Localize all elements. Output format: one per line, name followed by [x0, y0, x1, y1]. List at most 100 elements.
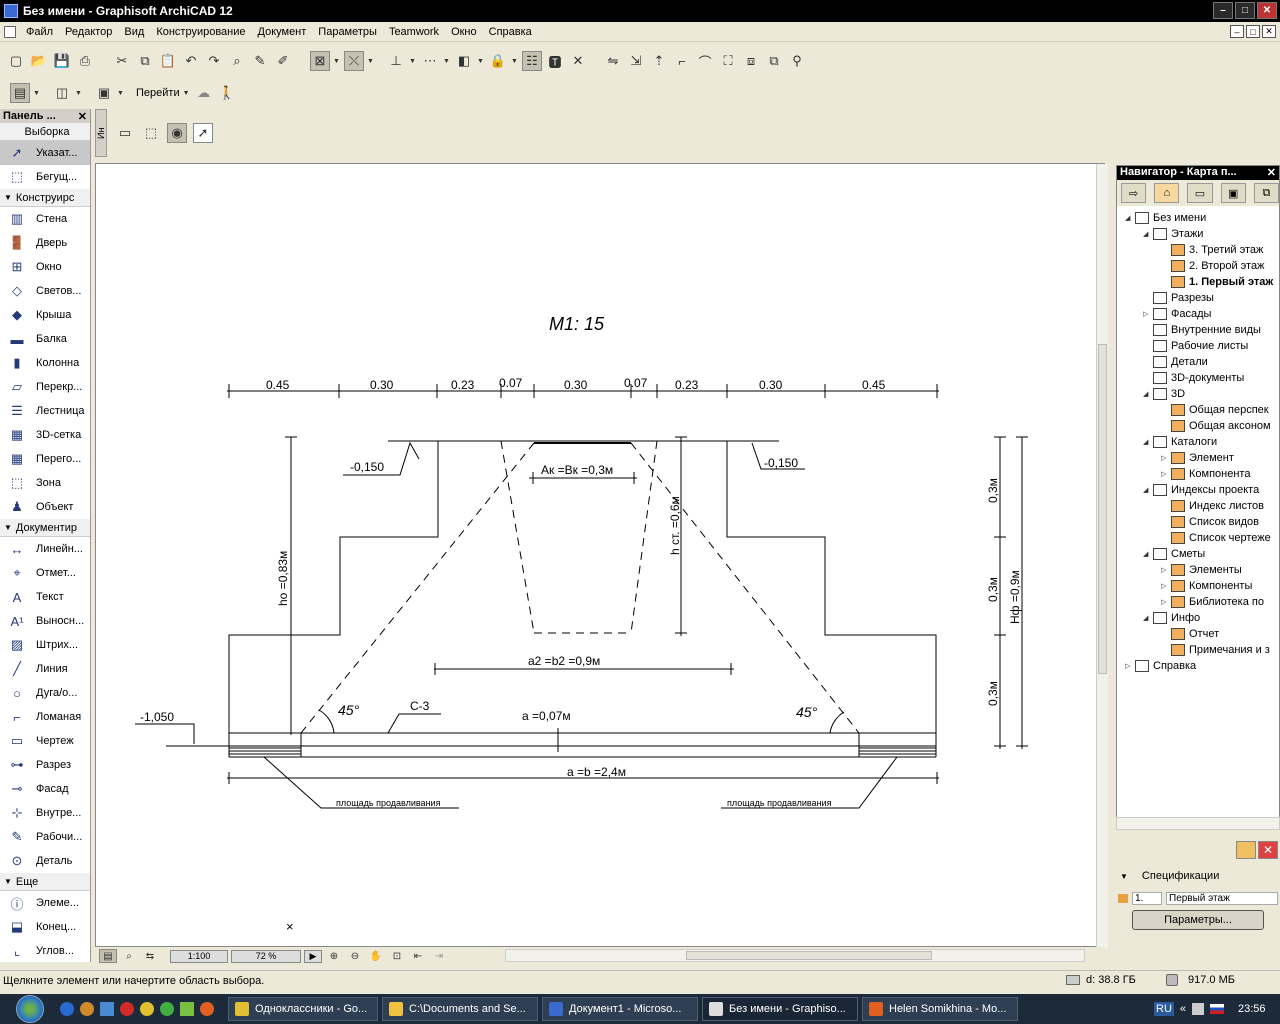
- layout-view-icon[interactable]: ▣: [94, 83, 114, 103]
- taskbar-archicad[interactable]: Без имени - Graphiso...: [702, 997, 858, 1021]
- expand-toggle-icon[interactable]: ▷: [1161, 566, 1171, 574]
- expand-toggle-icon[interactable]: ◢: [1143, 390, 1153, 398]
- doc-restore-button[interactable]: □: [1246, 25, 1260, 38]
- infobox-tab[interactable]: Ин: [95, 109, 107, 157]
- tree-item[interactable]: Индекс листов: [1161, 498, 1264, 514]
- menu-document[interactable]: Документ: [252, 26, 313, 38]
- expand-toggle-icon[interactable]: ▷: [1143, 310, 1153, 318]
- section-construct[interactable]: ▼ Конструирс: [0, 189, 90, 207]
- tree-item[interactable]: Отчет: [1161, 626, 1219, 642]
- magic-wand-icon[interactable]: ⚲: [787, 51, 807, 71]
- delete-icon[interactable]: ✕: [568, 51, 588, 71]
- gravity-icon[interactable]: ⊥: [386, 51, 406, 71]
- tool-mesh[interactable]: ▦ 3D-сетка: [0, 423, 90, 447]
- tool-endpoint[interactable]: ⬓ Конец...: [0, 915, 90, 939]
- tree-item[interactable]: ◢ Сметы: [1143, 546, 1205, 562]
- scroll-thumb[interactable]: [686, 951, 932, 960]
- chrome-icon[interactable]: [140, 1002, 154, 1016]
- tool-level-dimension[interactable]: ⌖ Отмет...: [0, 561, 90, 585]
- chevron-down-icon[interactable]: ▼: [511, 58, 519, 65]
- horizontal-scrollbar[interactable]: [505, 949, 1085, 962]
- tree-item[interactable]: Разрезы: [1143, 290, 1214, 306]
- tool-marquee[interactable]: ⬚ Бегущ...: [0, 165, 90, 189]
- tool-window[interactable]: ⊞ Окно: [0, 255, 90, 279]
- expand-toggle-icon[interactable]: ◢: [1125, 214, 1135, 222]
- taskbar-explorer[interactable]: C:\Documents and Se...: [382, 997, 538, 1021]
- fillet-icon[interactable]: ⌒: [695, 51, 715, 71]
- chevron-down-icon[interactable]: ▼: [367, 58, 375, 65]
- menu-options[interactable]: Параметры: [312, 26, 383, 38]
- new-view-icon[interactable]: [1236, 841, 1256, 859]
- close-icon[interactable]: ✕: [1267, 166, 1279, 180]
- merge-icon[interactable]: ⧈: [741, 51, 761, 71]
- pick-up-icon[interactable]: ✎: [250, 51, 270, 71]
- desktop-icon[interactable]: [100, 1002, 114, 1016]
- spec-section[interactable]: ▼ Спецификации: [1120, 870, 1219, 882]
- redo-icon[interactable]: ↷: [204, 51, 224, 71]
- tool-door[interactable]: 🚪 Дверь: [0, 231, 90, 255]
- expand-toggle-icon[interactable]: ▷: [1161, 582, 1171, 590]
- tool-roof[interactable]: ◆ Крыша: [0, 303, 90, 327]
- special-snap-icon[interactable]: ⤬: [344, 51, 364, 71]
- paste-icon[interactable]: 📋: [158, 51, 178, 71]
- tool-line[interactable]: ╱ Линия: [0, 657, 90, 681]
- tree-item[interactable]: Внутренние виды: [1143, 322, 1261, 338]
- tab-project-map-icon[interactable]: ⇨: [1121, 183, 1147, 203]
- new-file-icon[interactable]: ▢: [6, 51, 26, 71]
- expand-toggle-icon[interactable]: ◢: [1143, 438, 1153, 446]
- tool-zone[interactable]: ⬚ Зона: [0, 471, 90, 495]
- scale-field[interactable]: 1:100: [170, 949, 228, 963]
- lock-icon[interactable]: 🔒: [488, 51, 508, 71]
- tree-item[interactable]: Общая перспек: [1161, 402, 1269, 418]
- zoom-in-icon[interactable]: ⊕: [325, 949, 343, 963]
- next-zoom-icon[interactable]: ⇥: [430, 949, 448, 963]
- tool-corner[interactable]: ⌞ Углов...: [0, 939, 90, 963]
- next-view-icon[interactable]: ▶: [304, 949, 322, 963]
- expand-toggle-icon[interactable]: ▷: [1161, 454, 1171, 462]
- tool-elevation[interactable]: ⊸ Фасад: [0, 777, 90, 801]
- menu-edit[interactable]: Редактор: [59, 26, 118, 38]
- chevron-down-icon[interactable]: ▼: [33, 90, 41, 97]
- tab-publisher-icon[interactable]: ▣: [1220, 183, 1246, 203]
- tool-element[interactable]: ⓘ Элеме...: [0, 891, 90, 915]
- cut-icon[interactable]: ✂: [112, 51, 132, 71]
- tab-view-map-icon[interactable]: ⌂: [1154, 183, 1180, 203]
- tool-arc[interactable]: ○ Дуга/о...: [0, 681, 90, 705]
- tree-item[interactable]: ▷ Справка: [1125, 658, 1196, 674]
- tree-item[interactable]: Список чертеже: [1161, 530, 1271, 546]
- layers-icon[interactable]: ◧: [454, 51, 474, 71]
- marquee-shape-icon[interactable]: ⬚: [141, 123, 161, 143]
- opera-icon[interactable]: [120, 1002, 134, 1016]
- eraser-icon[interactable]: ◉: [167, 123, 187, 143]
- tool-text[interactable]: A Текст: [0, 585, 90, 609]
- taskbar-word[interactable]: Документ1 - Microso...: [542, 997, 698, 1021]
- tool-arrow-pointer[interactable]: ➚ Указат...: [0, 141, 90, 165]
- taskbar-firefox[interactable]: Helen Somikhina - Mo...: [862, 997, 1018, 1021]
- tool-wall[interactable]: ▥ Стена: [0, 207, 90, 231]
- app-launcher-icon[interactable]: [80, 1002, 94, 1016]
- chevron-down-icon[interactable]: ▼: [75, 90, 83, 97]
- mirror-icon[interactable]: ⇲: [626, 51, 646, 71]
- menu-view[interactable]: Вид: [118, 26, 150, 38]
- vertical-scrollbar[interactable]: [1096, 164, 1108, 948]
- tree-item[interactable]: ◢ Индексы проекта: [1143, 482, 1259, 498]
- text-edit-icon[interactable]: 🆃: [545, 51, 565, 71]
- delete-view-icon[interactable]: ✕: [1258, 841, 1278, 859]
- chevron-down-icon[interactable]: ▼: [117, 90, 125, 97]
- tool-drawing[interactable]: ▭ Чертеж: [0, 729, 90, 753]
- snap-guides-icon[interactable]: ⊠: [310, 51, 330, 71]
- copy-icon[interactable]: ⧉: [135, 51, 155, 71]
- tree-item[interactable]: ◢ Без имени: [1125, 210, 1206, 226]
- chevron-down-icon[interactable]: ▼: [333, 58, 341, 65]
- 3d-view-icon[interactable]: ◫: [52, 83, 72, 103]
- tray-arrow-icon[interactable]: «: [1180, 1003, 1186, 1015]
- scroll-thumb[interactable]: [1098, 344, 1107, 674]
- fit-icon[interactable]: ⇆: [141, 949, 159, 963]
- chevron-down-icon[interactable]: ▼: [183, 90, 191, 97]
- tree-item[interactable]: 3D-документы: [1143, 370, 1244, 386]
- fit-window-icon[interactable]: ⊡: [388, 949, 406, 963]
- drawing-canvas[interactable]: М1: 15 0.45 0.30 0.23 0.07 0.30 0.07 0.2…: [95, 163, 1105, 947]
- menu-teamwork[interactable]: Teamwork: [383, 26, 445, 38]
- tool-fill[interactable]: ▨ Штрих...: [0, 633, 90, 657]
- cloud-icon[interactable]: ☁: [194, 83, 214, 103]
